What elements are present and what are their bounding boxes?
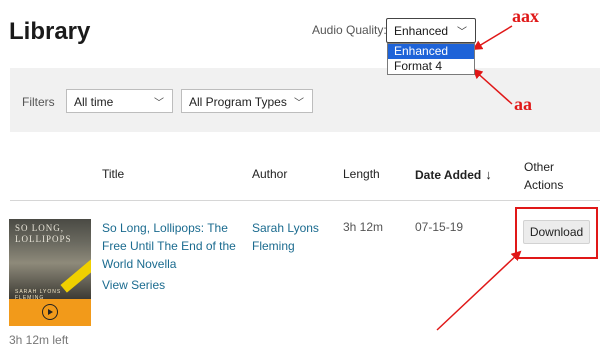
time-filter-value: All time <box>74 95 114 109</box>
play-icon <box>42 304 58 320</box>
chevron-down-icon: ﹀ <box>294 98 304 109</box>
time-filter-select[interactable]: All time ﹀ <box>66 89 173 113</box>
audio-quality-select[interactable]: Enhanced ﹀ <box>386 18 476 43</box>
audio-quality-selected-value: Enhanced <box>394 24 449 38</box>
book-author-link[interactable]: Sarah Lyons Fleming <box>252 219 332 255</box>
date-added-label: Date Added <box>415 168 482 182</box>
book-title-link[interactable]: So Long, Lollipops: The Free Until The E… <box>102 219 247 273</box>
sort-arrow-icon: ↓ <box>485 167 492 182</box>
annotation-aa: aa <box>514 94 532 114</box>
other-actions-line-2: Actions <box>524 178 564 192</box>
aax-arrow <box>472 25 513 51</box>
cover-ribbon <box>60 259 91 293</box>
chevron-down-icon: ﹀ <box>457 27 467 38</box>
filters-label: Filters <box>22 95 55 109</box>
column-header-other-actions: Other Actions <box>524 158 563 194</box>
program-type-filter-value: All Program Types <box>189 95 287 109</box>
column-header-date-added[interactable]: Date Added ↓ <box>415 167 492 182</box>
table-header-divider <box>10 200 600 201</box>
other-actions-line-1: Other <box>524 160 555 174</box>
time-left: 3h 12m left <box>9 333 69 347</box>
cover-title-line-1: SO LONG, <box>15 223 65 233</box>
audio-quality-option-format4[interactable]: Format 4 <box>388 59 474 74</box>
view-series-link[interactable]: View Series <box>102 278 165 292</box>
play-button[interactable] <box>9 299 91 326</box>
column-header-title: Title <box>102 167 125 181</box>
audio-quality-option-enhanced[interactable]: Enhanced <box>388 44 474 59</box>
book-length: 3h 12m <box>343 220 384 234</box>
filters-bar: Filters All time ﹀ All Program Types ﹀ <box>10 68 600 132</box>
page-title: Library <box>9 18 91 45</box>
book-cover[interactable]: SO LONG, LOLLIPOPS SARAH LYONS FLEMING <box>9 219 91 326</box>
cover-art: SO LONG, LOLLIPOPS SARAH LYONS FLEMING <box>9 219 91 301</box>
book-date-added: 07-15-19 <box>415 220 464 234</box>
audio-quality-label: Audio Quality: <box>312 23 387 37</box>
download-button[interactable]: Download <box>523 220 590 244</box>
column-header-length: Length <box>343 167 380 181</box>
annotation-aax: aax <box>512 6 539 26</box>
column-header-author: Author <box>252 167 288 181</box>
download-arrow <box>436 250 522 331</box>
program-type-filter-select[interactable]: All Program Types ﹀ <box>181 89 313 113</box>
audio-quality-dropdown: Enhanced Format 4 <box>387 43 475 75</box>
cover-title-line-2: LOLLIPOPS <box>15 234 72 244</box>
chevron-down-icon: ﹀ <box>154 98 164 109</box>
